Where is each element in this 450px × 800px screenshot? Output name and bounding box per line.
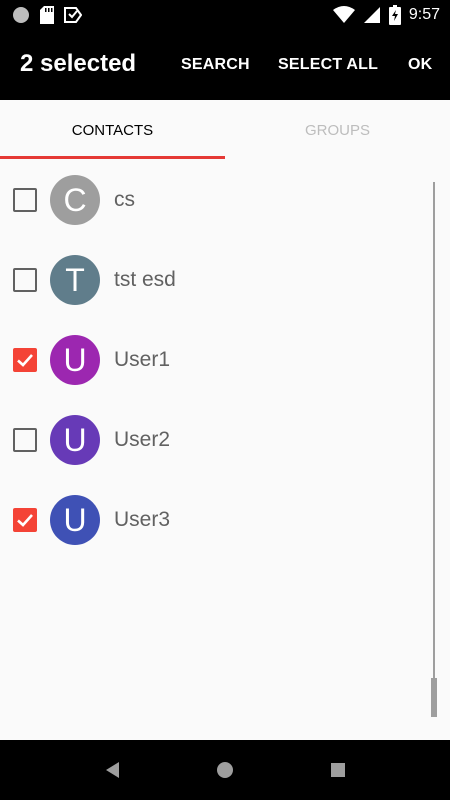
contact-checkbox[interactable] xyxy=(13,268,37,292)
scrollbar-track[interactable] xyxy=(433,182,435,717)
contact-list: C cs T tst esd U User1 U User2 U User3 xyxy=(0,160,450,740)
contact-name: tst esd xyxy=(114,268,176,291)
battery-icon xyxy=(388,5,401,25)
avatar: C xyxy=(50,175,100,225)
tab-bar: CONTACTS GROUPS xyxy=(0,100,450,160)
avatar: U xyxy=(50,495,100,545)
contact-name: User1 xyxy=(114,348,171,371)
select-all-button[interactable]: SELECT ALL xyxy=(278,56,378,74)
tab-groups[interactable]: GROUPS xyxy=(225,100,450,160)
contact-checkbox[interactable] xyxy=(13,508,37,532)
navigation-bar xyxy=(0,740,450,800)
back-icon[interactable] xyxy=(103,760,123,780)
tab-contacts-label: CONTACTS xyxy=(71,121,154,139)
list-item-contact-cs[interactable]: C cs xyxy=(0,160,430,240)
recents-icon[interactable] xyxy=(328,760,348,780)
tab-indicator xyxy=(0,156,225,159)
vpn-key-icon xyxy=(64,6,82,24)
avatar: T xyxy=(50,255,100,305)
avatar-initial: U xyxy=(63,501,87,538)
status-bar-notifications xyxy=(12,6,82,24)
contact-checkbox[interactable] xyxy=(13,428,37,452)
avatar-initial: T xyxy=(65,261,85,298)
avatar: U xyxy=(50,415,100,465)
action-bar: 2 selected SEARCH SELECT ALL OK xyxy=(0,30,450,100)
clock: 9:57 xyxy=(408,6,440,23)
contact-name: cs xyxy=(114,188,135,211)
selection-count-title: 2 selected xyxy=(20,50,137,77)
ok-button[interactable]: OK xyxy=(408,56,432,74)
scrollbar-thumb[interactable] xyxy=(431,678,437,717)
list-item-contact-user1[interactable]: U User1 xyxy=(0,320,430,400)
status-bar: 9:57 xyxy=(0,0,450,30)
status-bar-system: 9:57 xyxy=(332,4,440,26)
list-item-contact-user2[interactable]: U User2 xyxy=(0,400,430,480)
home-icon[interactable] xyxy=(215,760,235,780)
contact-checkbox[interactable] xyxy=(13,188,37,212)
search-button[interactable]: SEARCH xyxy=(181,56,250,74)
circle-notification-icon xyxy=(12,6,30,24)
avatar-initial: C xyxy=(63,181,87,218)
avatar-initial: U xyxy=(63,421,87,458)
list-item-contact-tst-esd[interactable]: T tst esd xyxy=(0,240,430,320)
sd-card-icon xyxy=(40,6,54,24)
signal-icon xyxy=(363,6,381,24)
avatar-initial: U xyxy=(63,341,87,378)
contact-name: User2 xyxy=(114,428,171,451)
wifi-icon xyxy=(332,6,355,24)
avatar: U xyxy=(50,335,100,385)
contact-name: User3 xyxy=(114,508,171,531)
contact-checkbox[interactable] xyxy=(13,348,37,372)
list-item-contact-user3[interactable]: U User3 xyxy=(0,480,430,560)
tab-groups-label: GROUPS xyxy=(304,121,370,139)
tab-contacts[interactable]: CONTACTS xyxy=(0,100,225,160)
